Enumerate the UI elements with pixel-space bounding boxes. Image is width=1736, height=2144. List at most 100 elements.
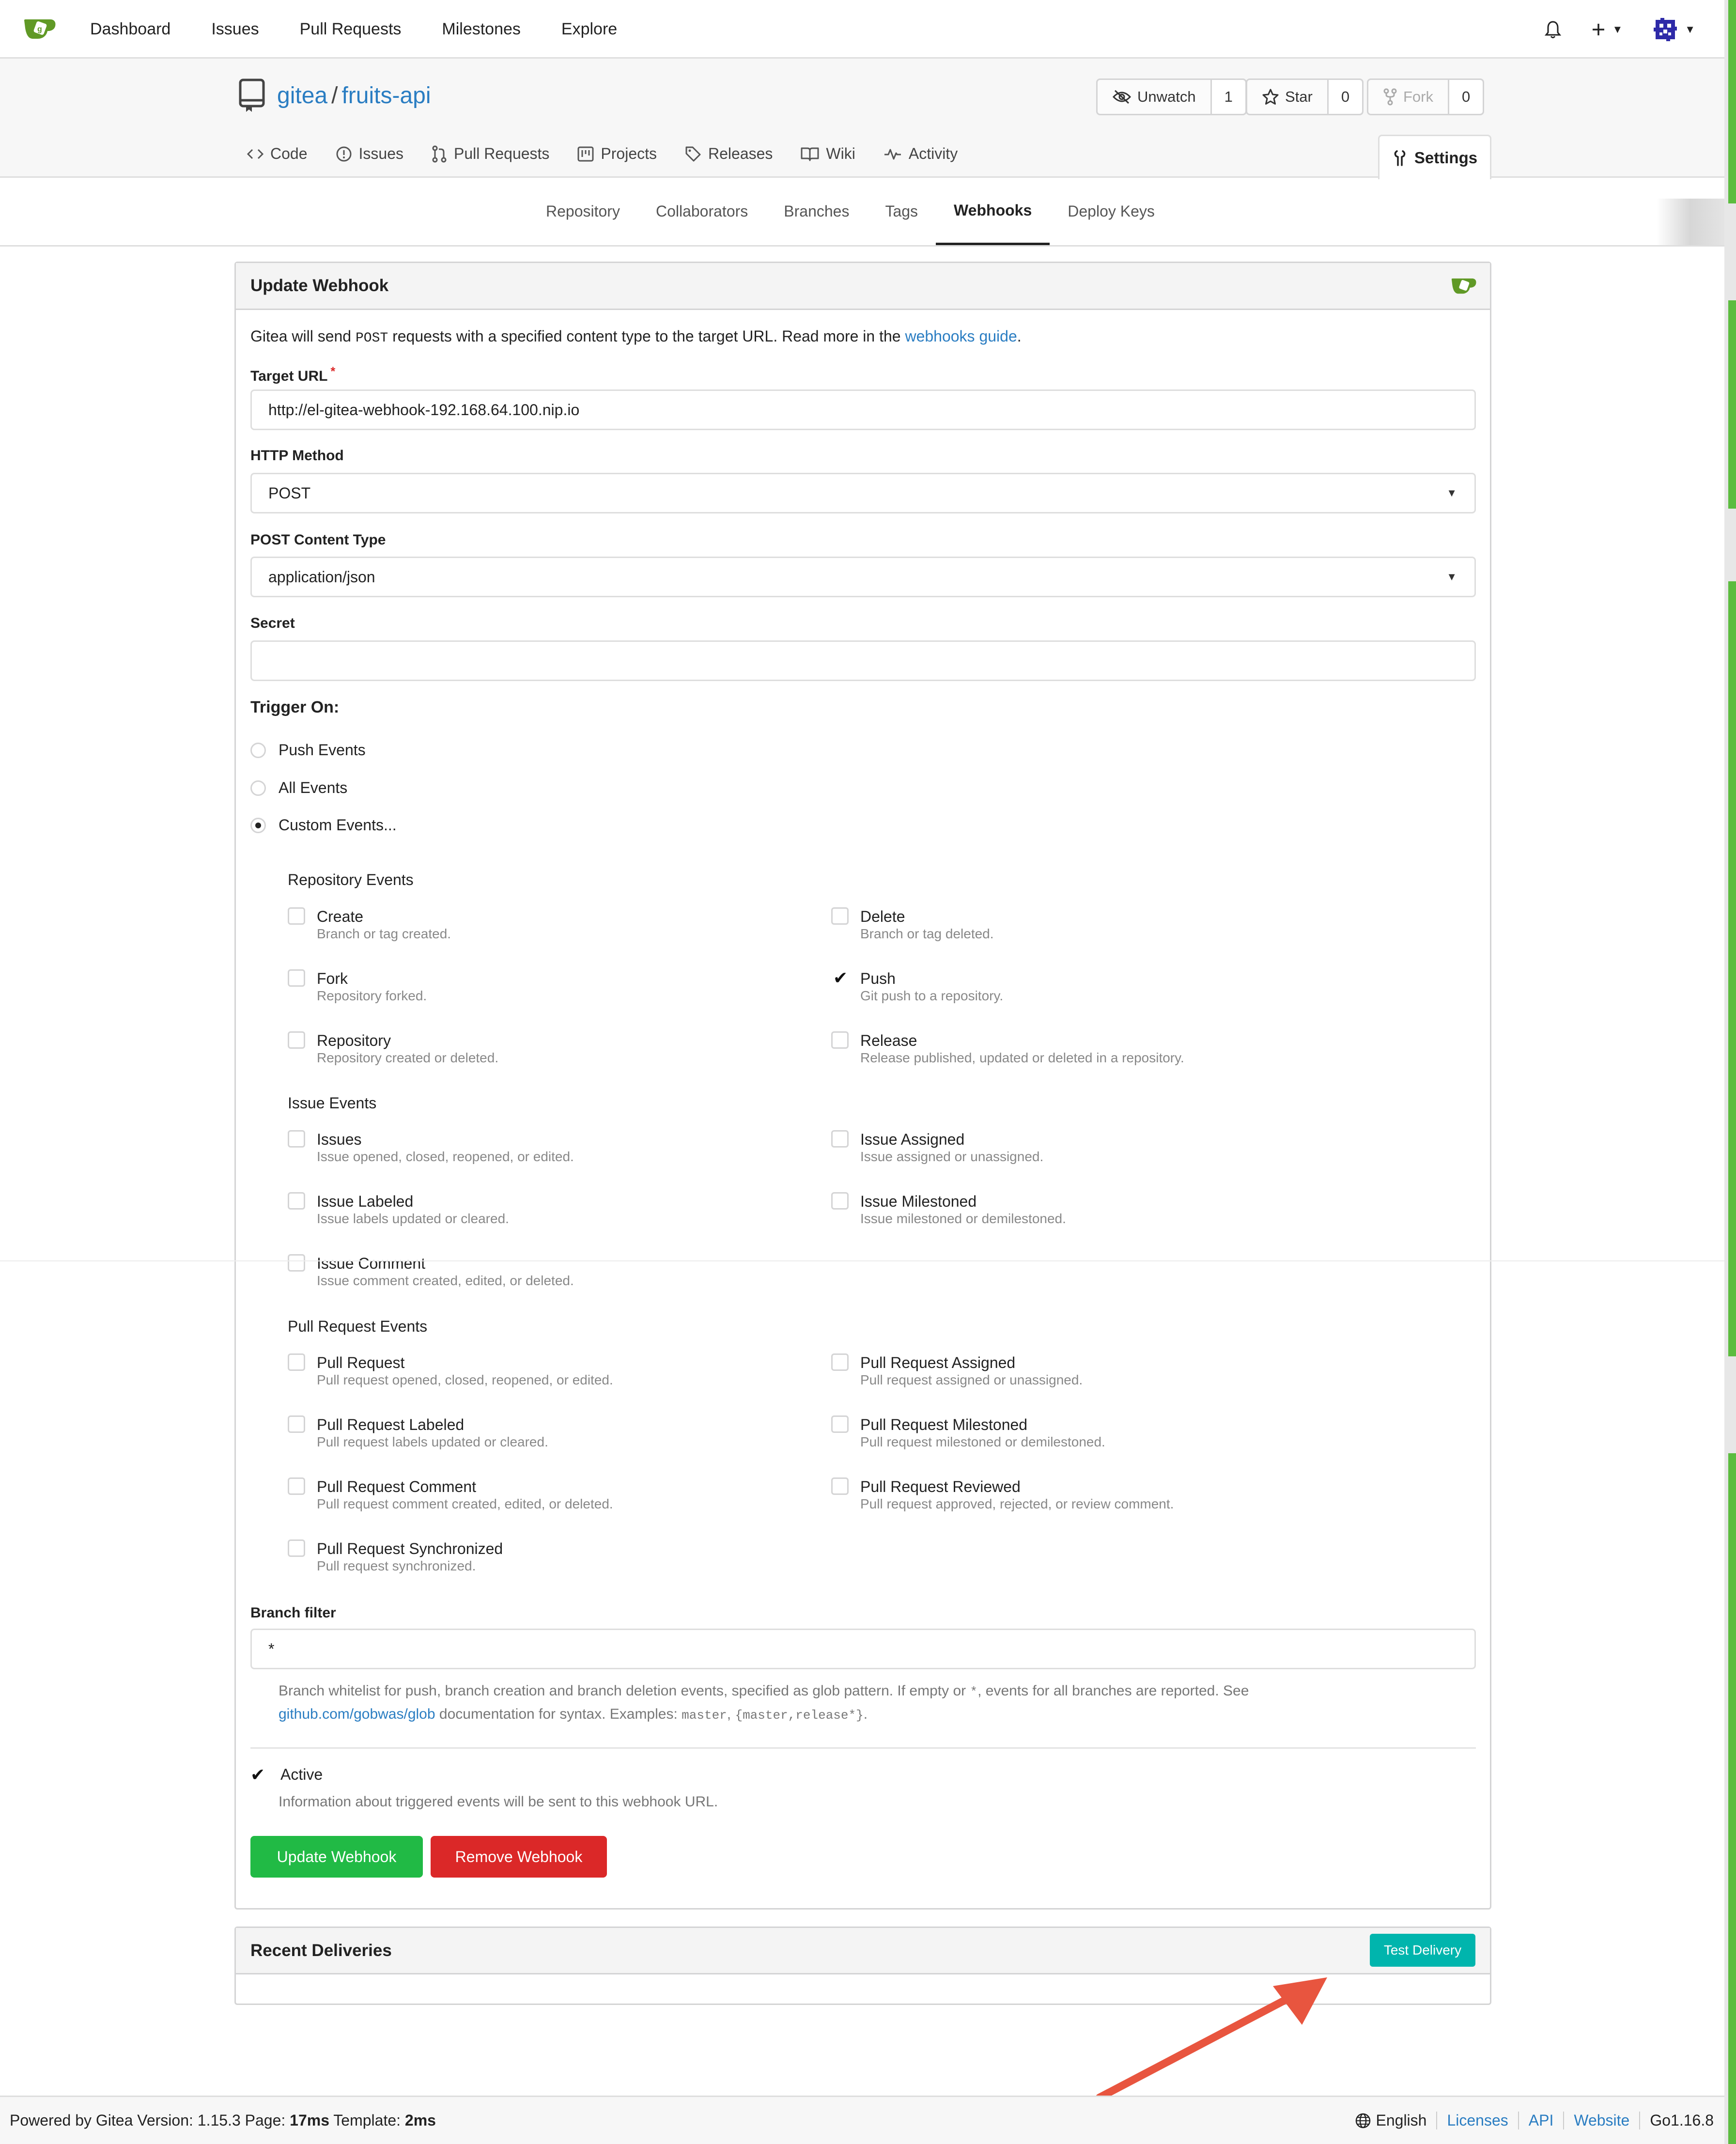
checkbox[interactable] — [288, 1130, 305, 1148]
active-checkbox-row[interactable]: Active — [248, 1765, 323, 1785]
event-issue-assigned[interactable]: Issue Assigned Issue assigned or unassign… — [831, 1130, 1043, 1165]
event-title: Issues — [317, 1131, 362, 1148]
radio-button[interactable] — [250, 780, 266, 796]
event-issue-labeled[interactable]: Issue Labeled Issue labels updated or cle… — [288, 1192, 509, 1227]
tab-pull-requests[interactable]: Pull Requests — [432, 145, 549, 163]
radio-all-events[interactable]: All Events — [250, 779, 347, 797]
radio-button[interactable] — [250, 742, 266, 758]
submenu-tags[interactable]: Tags — [867, 178, 936, 245]
repo-name-link[interactable]: fruits-api — [341, 82, 431, 109]
checkbox[interactable] — [831, 1415, 849, 1433]
nav-milestones[interactable]: Milestones — [442, 20, 521, 39]
tab-projects[interactable]: Projects — [577, 145, 657, 163]
event-title: Pull Request Comment — [317, 1478, 477, 1495]
checkbox[interactable] — [288, 1192, 305, 1210]
unwatch-button[interactable]: Unwatch — [1098, 80, 1212, 114]
checkbox[interactable] — [831, 907, 849, 925]
pull-request-events-heading: Pull Request Events — [288, 1318, 428, 1335]
fork-count[interactable]: 0 — [1449, 80, 1483, 114]
repo-owner-link[interactable]: gitea — [277, 82, 327, 109]
checkbox[interactable] — [288, 1031, 305, 1049]
test-delivery-button[interactable]: Test Delivery — [1370, 1934, 1475, 1967]
checkbox[interactable] — [288, 1415, 305, 1433]
tab-activity-label: Activity — [908, 145, 958, 162]
checkbox[interactable] — [831, 1477, 849, 1495]
event-delete[interactable]: Delete Branch or tag deleted. — [831, 907, 994, 942]
tab-settings[interactable]: Settings — [1378, 135, 1491, 179]
footer-licenses-link[interactable]: Licenses — [1436, 2112, 1518, 2129]
checkbox[interactable] — [831, 1192, 849, 1210]
tab-releases[interactable]: Releases — [685, 145, 773, 163]
checkbox[interactable] — [288, 907, 305, 925]
event-pr-assigned[interactable]: Pull Request Assigned Pull request assign… — [831, 1353, 1083, 1388]
nav-issues[interactable]: Issues — [211, 20, 259, 39]
fork-button[interactable]: Fork — [1368, 80, 1449, 114]
footer-api-link[interactable]: API — [1518, 2112, 1564, 2129]
checkbox[interactable] — [831, 1130, 849, 1148]
event-issue-comment[interactable]: Issue Comment Issue comment created, edit… — [288, 1254, 574, 1289]
active-checkbox[interactable] — [248, 1765, 266, 1785]
panel-title: Update Webhook — [250, 276, 389, 295]
secret-input[interactable] — [250, 640, 1476, 681]
content-type-select[interactable]: application/json ▼ — [250, 557, 1476, 597]
recent-deliveries-title: Recent Deliveries — [250, 1941, 392, 1960]
tab-wiki[interactable]: Wiki — [801, 145, 855, 163]
checkbox[interactable] — [831, 1031, 849, 1049]
event-pull-request[interactable]: Pull Request Pull request opened, closed,… — [288, 1353, 613, 1388]
radio-custom-events[interactable]: Custom Events... — [250, 816, 397, 834]
checkbox-checked[interactable] — [831, 968, 849, 988]
nav-explore[interactable]: Explore — [561, 20, 617, 39]
tab-activity[interactable]: Activity — [884, 145, 958, 163]
radio-button[interactable] — [250, 817, 266, 833]
footer-website-link[interactable]: Website — [1563, 2112, 1639, 2129]
branch-filter-input[interactable]: * — [250, 1629, 1476, 1669]
checkbox[interactable] — [288, 1254, 305, 1272]
update-webhook-button[interactable]: Update Webhook — [250, 1836, 423, 1878]
event-description: Pull request approved, rejected, or revi… — [860, 1496, 1174, 1511]
event-repository[interactable]: Repository Repository created or deleted. — [288, 1031, 498, 1066]
user-menu[interactable]: ▼ — [1652, 16, 1695, 43]
event-pr-synchronized[interactable]: Pull Request Synchronized Pull request sy… — [288, 1539, 503, 1574]
checkbox[interactable] — [288, 1353, 305, 1371]
help-text: , — [727, 1706, 731, 1722]
event-release[interactable]: Release Release published, updated or del… — [831, 1031, 1184, 1066]
submenu-repository[interactable]: Repository — [528, 178, 638, 245]
checkbox[interactable] — [288, 969, 305, 987]
checkbox[interactable] — [288, 1539, 305, 1557]
watch-count[interactable]: 1 — [1211, 80, 1245, 114]
remove-webhook-button[interactable]: Remove Webhook — [431, 1836, 607, 1878]
star-count[interactable]: 0 — [1328, 80, 1363, 114]
event-fork[interactable]: Fork Repository forked. — [288, 969, 427, 1004]
webhooks-guide-link[interactable]: webhooks guide — [905, 327, 1017, 345]
event-pr-reviewed[interactable]: Pull Request Reviewed Pull request approv… — [831, 1477, 1174, 1512]
http-method-select[interactable]: POST ▼ — [250, 473, 1476, 513]
submenu-branches[interactable]: Branches — [766, 178, 867, 245]
checkbox[interactable] — [288, 1477, 305, 1495]
tab-code[interactable]: Code — [247, 145, 308, 163]
event-issue-milestoned[interactable]: Issue Milestoned Issue milestoned or demi… — [831, 1192, 1066, 1227]
tab-issues[interactable]: Issues — [336, 145, 403, 163]
gitea-logo-icon[interactable]: g — [22, 15, 57, 42]
checkbox[interactable] — [831, 1353, 849, 1371]
event-create[interactable]: Create Branch or tag created. — [288, 907, 451, 942]
create-new-dropdown[interactable]: ▼ — [1591, 22, 1623, 37]
event-description: Repository created or deleted. — [317, 1050, 499, 1065]
event-pr-comment[interactable]: Pull Request Comment Pull request comment… — [288, 1477, 613, 1512]
bell-icon[interactable] — [1544, 20, 1562, 39]
event-push[interactable]: PushGit push to a repository. — [831, 968, 1003, 1004]
radio-push-events[interactable]: Push Events — [250, 741, 366, 759]
target-url-input[interactable]: http://el-gitea-webhook-192.168.64.100.n… — [250, 389, 1476, 430]
radio-label: All Events — [279, 779, 348, 796]
submenu-webhooks[interactable]: Webhooks — [936, 178, 1050, 245]
submenu-collaborators[interactable]: Collaborators — [638, 178, 766, 245]
glob-docs-link[interactable]: github.com/gobwas/glob — [279, 1706, 435, 1722]
help-code: {master,release*} — [735, 1708, 864, 1723]
language-selector[interactable]: English — [1355, 2112, 1437, 2129]
nav-dashboard[interactable]: Dashboard — [90, 20, 170, 39]
nav-pull-requests[interactable]: Pull Requests — [300, 20, 402, 39]
event-pr-labeled[interactable]: Pull Request Labeled Pull request labels … — [288, 1415, 548, 1450]
event-issues[interactable]: Issues Issue opened, closed, reopened, or… — [288, 1130, 574, 1165]
star-button[interactable]: Star — [1247, 80, 1329, 114]
event-pr-milestoned[interactable]: Pull Request Milestoned Pull request mile… — [831, 1415, 1105, 1450]
submenu-deploy-keys[interactable]: Deploy Keys — [1050, 178, 1173, 245]
